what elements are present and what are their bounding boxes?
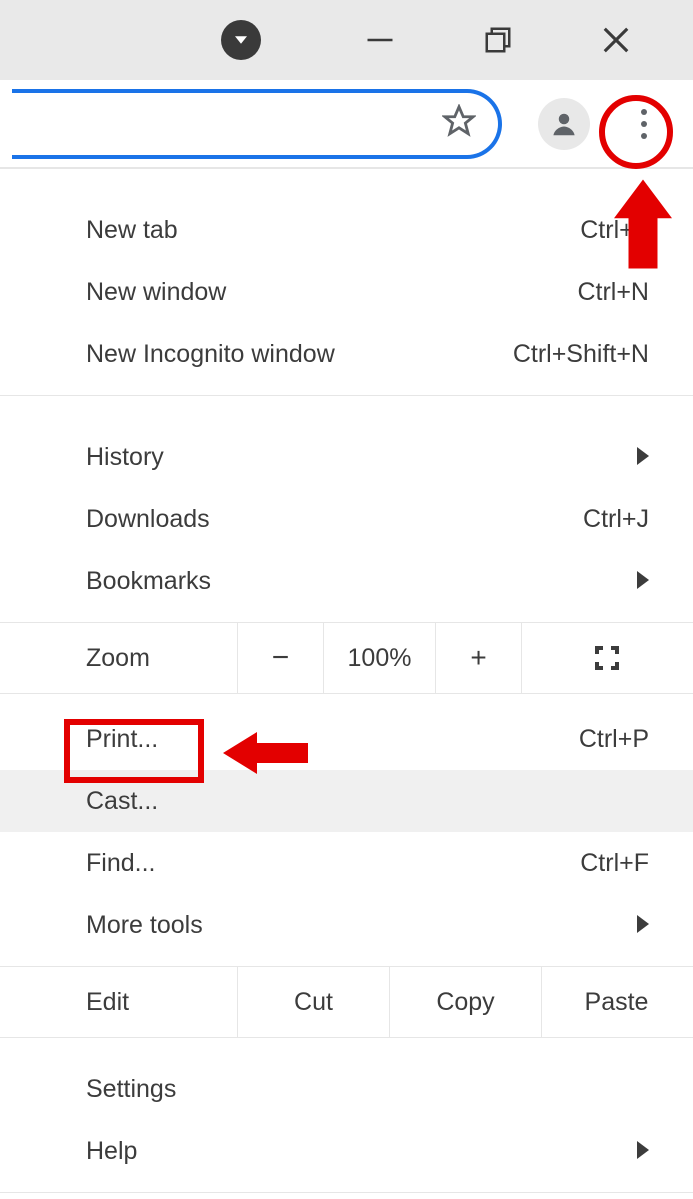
menu-item-print[interactable]: Print... Ctrl+P (0, 708, 693, 770)
menu-item-label: Help (86, 1137, 637, 1166)
menu-item-shortcut: Ctrl+P (579, 725, 649, 754)
window-titlebar (0, 0, 693, 80)
menu-item-shortcut: Ctrl+F (580, 849, 649, 878)
copy-label: Copy (436, 988, 494, 1017)
menu-item-downloads[interactable]: Downloads Ctrl+J (0, 488, 693, 550)
menu-item-label: Find... (86, 849, 580, 878)
menu-item-new-incognito[interactable]: New Incognito window Ctrl+Shift+N (0, 323, 693, 385)
edit-paste-button[interactable]: Paste (541, 967, 691, 1037)
menu-item-label: Bookmarks (86, 567, 637, 596)
bookmark-star-icon[interactable] (442, 104, 476, 143)
zoom-label: Zoom (86, 644, 237, 673)
menu-item-shortcut: Ctrl+Shift+N (513, 340, 649, 369)
menu-item-shortcut: Ctrl+J (583, 505, 649, 534)
chrome-update-icon[interactable] (221, 20, 261, 60)
menu-button[interactable] (618, 98, 670, 150)
zoom-value: 100% (323, 623, 435, 693)
menu-item-more-tools[interactable]: More tools (0, 894, 693, 956)
fullscreen-button[interactable] (521, 623, 691, 693)
edit-cut-button[interactable]: Cut (237, 967, 389, 1037)
menu-item-label: New window (86, 278, 577, 307)
menu-item-edit: Edit Cut Copy Paste (0, 966, 693, 1038)
zoom-out-button[interactable]: − (237, 623, 323, 693)
plus-icon: + (470, 642, 486, 674)
menu-item-shortcut: Ctrl+T (580, 216, 649, 245)
menu-item-label: More tools (86, 911, 637, 940)
submenu-caret-icon (637, 911, 649, 940)
submenu-caret-icon (637, 1137, 649, 1166)
menu-item-zoom: Zoom − 100% + (0, 622, 693, 694)
menu-item-cast[interactable]: Cast... (0, 770, 693, 832)
menu-item-new-window[interactable]: New window Ctrl+N (0, 261, 693, 323)
restore-button[interactable] (439, 0, 557, 80)
menu-item-find[interactable]: Find... Ctrl+F (0, 832, 693, 894)
minimize-button[interactable] (321, 0, 439, 80)
menu-item-history[interactable]: History (0, 426, 693, 488)
profile-button[interactable] (538, 98, 590, 150)
menu-item-label: Downloads (86, 505, 583, 534)
browser-toolbar (0, 80, 693, 168)
chrome-menu: New tab Ctrl+T New window Ctrl+N New Inc… (0, 168, 693, 1199)
menu-item-label: New Incognito window (86, 340, 513, 369)
menu-item-new-tab[interactable]: New tab Ctrl+T (0, 199, 693, 261)
zoom-in-button[interactable]: + (435, 623, 521, 693)
paste-label: Paste (585, 988, 649, 1017)
edit-copy-button[interactable]: Copy (389, 967, 541, 1037)
menu-item-label: New tab (86, 216, 580, 245)
minus-icon: − (272, 641, 290, 675)
submenu-caret-icon (637, 567, 649, 596)
menu-item-shortcut: Ctrl+N (577, 278, 649, 307)
menu-item-bookmarks[interactable]: Bookmarks (0, 550, 693, 612)
submenu-caret-icon (637, 443, 649, 472)
menu-item-settings[interactable]: Settings (0, 1058, 693, 1120)
zoom-value-text: 100% (348, 644, 412, 673)
close-button[interactable] (557, 0, 675, 80)
omnibox[interactable] (12, 89, 502, 159)
cut-label: Cut (294, 988, 333, 1017)
menu-item-label: History (86, 443, 637, 472)
menu-item-label: Print... (86, 725, 579, 754)
edit-label: Edit (86, 988, 237, 1017)
menu-item-help[interactable]: Help (0, 1120, 693, 1182)
menu-item-label: Cast... (86, 787, 649, 816)
menu-item-label: Settings (86, 1075, 649, 1104)
